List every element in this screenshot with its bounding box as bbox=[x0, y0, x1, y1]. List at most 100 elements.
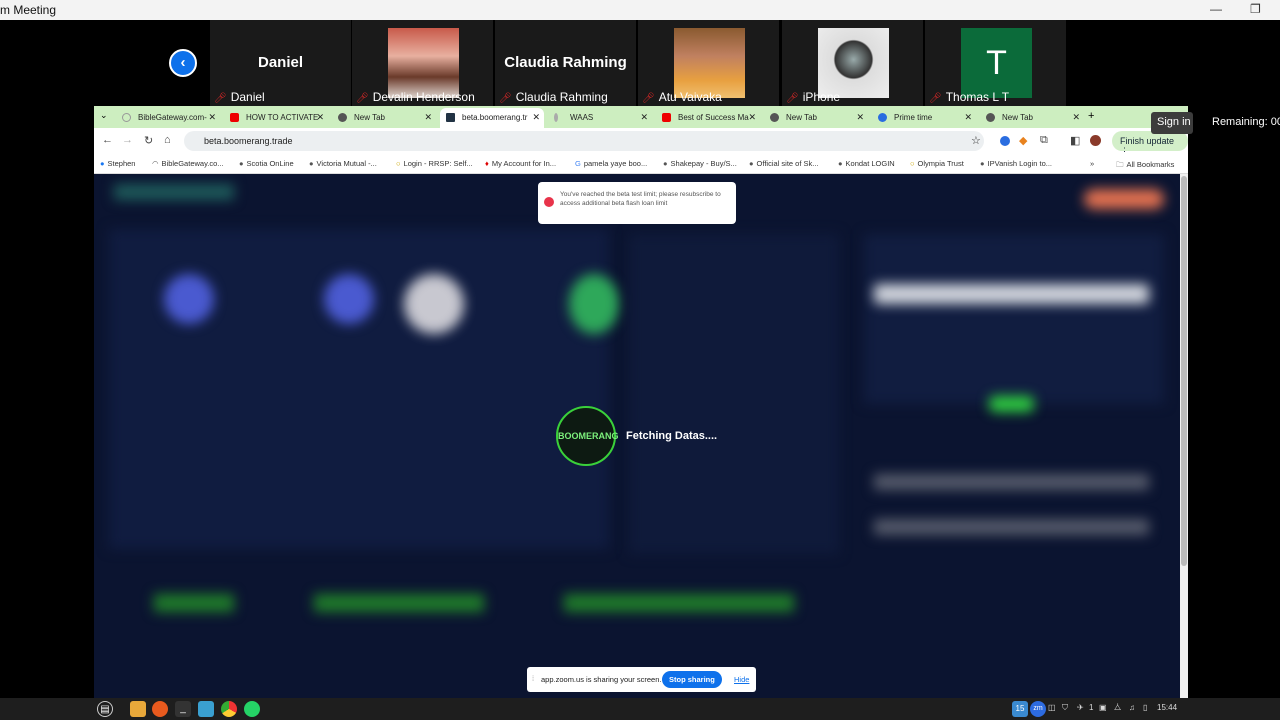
tab[interactable]: New Tab ✕ bbox=[332, 108, 436, 128]
participant-name: Claudia Rahming bbox=[515, 90, 608, 104]
page-content-blurred: You've reached the beta test limit; plea… bbox=[94, 174, 1180, 698]
chrome-icon[interactable] bbox=[221, 701, 237, 717]
side-panel-icon[interactable]: ◧ bbox=[1070, 134, 1080, 147]
home-icon[interactable]: ⌂ bbox=[164, 134, 171, 146]
clipboard-icon[interactable]: ◫ bbox=[1048, 703, 1056, 712]
address-bar[interactable]: beta.boomerang.trade ☆ bbox=[184, 131, 984, 151]
blurred-stat bbox=[154, 594, 234, 612]
participant-tile[interactable]: 🎤︎ Devalin Henderson bbox=[352, 20, 493, 106]
stop-sharing-button[interactable]: Stop sharing bbox=[662, 671, 722, 688]
mic-muted-icon: 🎤︎ bbox=[214, 93, 227, 104]
bookmark[interactable]: ♦ My Account for In... bbox=[485, 159, 556, 168]
tab[interactable]: WAAS ✕ bbox=[548, 108, 652, 128]
participant-display-name: Claudia Rahming bbox=[504, 54, 627, 71]
profile-avatar[interactable] bbox=[1090, 135, 1101, 146]
participant-tile[interactable]: Daniel 🎤︎ Daniel bbox=[210, 20, 351, 106]
bookmark[interactable]: Gpamela yaye boo... bbox=[575, 159, 647, 168]
shared-screen-browser: ⌄ BibleGateway.com- ✕ HOW TO ACTIVATE ✕ Ne… bbox=[94, 106, 1188, 698]
participant-tile[interactable]: 🎤︎ iPhone bbox=[782, 20, 923, 106]
forward-icon[interactable]: → bbox=[122, 134, 133, 146]
bookmark[interactable]: ● Victoria Mutual -... bbox=[309, 159, 377, 168]
browser-toolbar: ← → ↻ ⌂ beta.boomerang.trade ☆ ◆ ⧉ ◧ Fin… bbox=[94, 128, 1188, 156]
participant-tile[interactable]: Claudia Rahming 🎤︎ Claudia Rahming bbox=[495, 20, 636, 106]
mic-muted-icon: 🎤︎ bbox=[499, 93, 512, 104]
metamask-icon[interactable]: ◆ bbox=[1019, 134, 1027, 147]
drag-handle-icon[interactable]: ⁞ bbox=[532, 674, 534, 683]
bookmark[interactable]: ● Scotia OnLine bbox=[239, 159, 294, 168]
sharing-message: app.zoom.us is sharing your screen. bbox=[541, 675, 662, 684]
blurred-input bbox=[874, 474, 1149, 490]
tab-active[interactable]: beta.boomerang.tr ✕ bbox=[440, 108, 544, 128]
screen-share-bar: ⁞ app.zoom.us is sharing your screen. St… bbox=[527, 667, 756, 692]
back-icon[interactable]: ← bbox=[102, 134, 113, 146]
bookmark[interactable]: ○ Olympia Trust bbox=[910, 159, 964, 168]
bookmark[interactable]: ● Shakepay - Buy/S... bbox=[663, 159, 737, 168]
editor-icon[interactable] bbox=[198, 701, 214, 717]
blurred-token bbox=[164, 274, 214, 324]
clock[interactable]: 15:44 bbox=[1157, 703, 1177, 712]
whatsapp-icon[interactable] bbox=[244, 701, 260, 717]
terminal-icon[interactable]: _ bbox=[175, 701, 191, 717]
reload-icon[interactable]: ↻ bbox=[144, 134, 153, 147]
blurred-token bbox=[404, 274, 464, 334]
mic-muted-icon: 🎤︎ bbox=[786, 93, 799, 104]
bookmark-star-icon[interactable]: ☆ bbox=[971, 134, 981, 147]
tab[interactable]: HOW TO ACTIVATE ✕ bbox=[224, 108, 328, 128]
bookmark[interactable]: ◠ BibleGateway.co... bbox=[152, 159, 224, 168]
zoom-tray-icon[interactable]: zm bbox=[1030, 701, 1046, 717]
sign-in-tooltip[interactable]: Sign in bbox=[1151, 112, 1193, 134]
firefox-icon[interactable] bbox=[152, 701, 168, 717]
tab[interactable]: New Tab ✕ bbox=[764, 108, 868, 128]
remaining-time: Remaining: 00: bbox=[1212, 116, 1280, 128]
mic-muted-icon: 🎤︎ bbox=[356, 93, 369, 104]
beta-limit-toast: You've reached the beta test limit; plea… bbox=[538, 182, 736, 224]
start-menu-icon[interactable]: ▤ bbox=[97, 701, 113, 717]
bookmark[interactable]: ● IPVanish Login to... bbox=[980, 159, 1052, 168]
hide-link[interactable]: Hide bbox=[734, 675, 749, 684]
blurred-input bbox=[874, 284, 1149, 304]
blurred-connect-button bbox=[1084, 189, 1164, 209]
blurred-panel bbox=[864, 234, 1164, 404]
blurred-button bbox=[989, 396, 1034, 412]
new-tab-icon[interactable]: + bbox=[1088, 110, 1094, 122]
tab[interactable]: Prime time ✕ bbox=[872, 108, 976, 128]
restore-icon[interactable]: ❐ bbox=[1250, 2, 1261, 16]
tab[interactable]: BibleGateway.com- ✕ bbox=[116, 108, 220, 128]
participant-video bbox=[818, 28, 889, 98]
bookmark[interactable]: ● Official site of Sk... bbox=[749, 159, 819, 168]
tab-search-icon[interactable]: ⌄ bbox=[100, 110, 108, 121]
battery-icon[interactable]: ▯ bbox=[1143, 703, 1147, 712]
display-icon[interactable]: ▣ bbox=[1099, 703, 1107, 712]
files-icon[interactable] bbox=[130, 701, 146, 717]
bookmark[interactable]: ○ Login - RRSP: Self... bbox=[396, 159, 473, 168]
calendar-icon[interactable]: 15 bbox=[1012, 701, 1028, 717]
minimize-icon[interactable]: — bbox=[1210, 2, 1222, 16]
bookmarks-bar: ● Stephen ◠ BibleGateway.co... ● Scotia OnL… bbox=[94, 154, 1188, 174]
participant-tile[interactable]: 🎤︎ Atu Vaivaka bbox=[638, 20, 779, 106]
boomerang-loader-logo: BOOMERANG bbox=[556, 406, 619, 466]
sound-icon[interactable]: ♫ bbox=[1129, 703, 1135, 712]
finish-update-button[interactable]: Finish update ⋮ bbox=[1112, 131, 1188, 156]
more-bookmarks-icon[interactable]: » bbox=[1090, 159, 1094, 168]
blurred-stat bbox=[564, 594, 794, 612]
tab[interactable]: Best of Success Ma ✕ bbox=[656, 108, 760, 128]
tab[interactable]: New Tab ✕ bbox=[980, 108, 1084, 128]
all-bookmarks[interactable]: 🗀 All Bookmarks bbox=[1116, 159, 1174, 172]
network-icon[interactable]: ⧊ bbox=[1114, 703, 1121, 713]
participant-name: Thomas L T bbox=[945, 90, 1010, 104]
blurred-panel bbox=[629, 234, 839, 554]
error-icon bbox=[544, 197, 554, 207]
participant-tile[interactable]: T 🎤︎ Thomas L T bbox=[925, 20, 1066, 106]
participant-display-name: Daniel bbox=[257, 54, 303, 71]
participant-name: Atu Vaivaka bbox=[658, 90, 722, 104]
extension-icon[interactable] bbox=[1000, 136, 1010, 146]
page-scrollbar[interactable] bbox=[1180, 174, 1188, 698]
bookmark[interactable]: ● Stephen bbox=[100, 159, 135, 168]
notification-icon[interactable]: ✈ bbox=[1077, 703, 1084, 712]
extensions-puzzle-icon[interactable]: ⧉ bbox=[1040, 134, 1048, 147]
participant-video bbox=[388, 28, 459, 98]
chevron-left-icon[interactable]: ‹ bbox=[169, 49, 197, 77]
mic-muted-icon: 🎤︎ bbox=[642, 93, 655, 104]
bookmark[interactable]: ● Kondat LOGIN bbox=[838, 159, 895, 168]
shield-icon[interactable]: ⛉ bbox=[1062, 703, 1068, 713]
